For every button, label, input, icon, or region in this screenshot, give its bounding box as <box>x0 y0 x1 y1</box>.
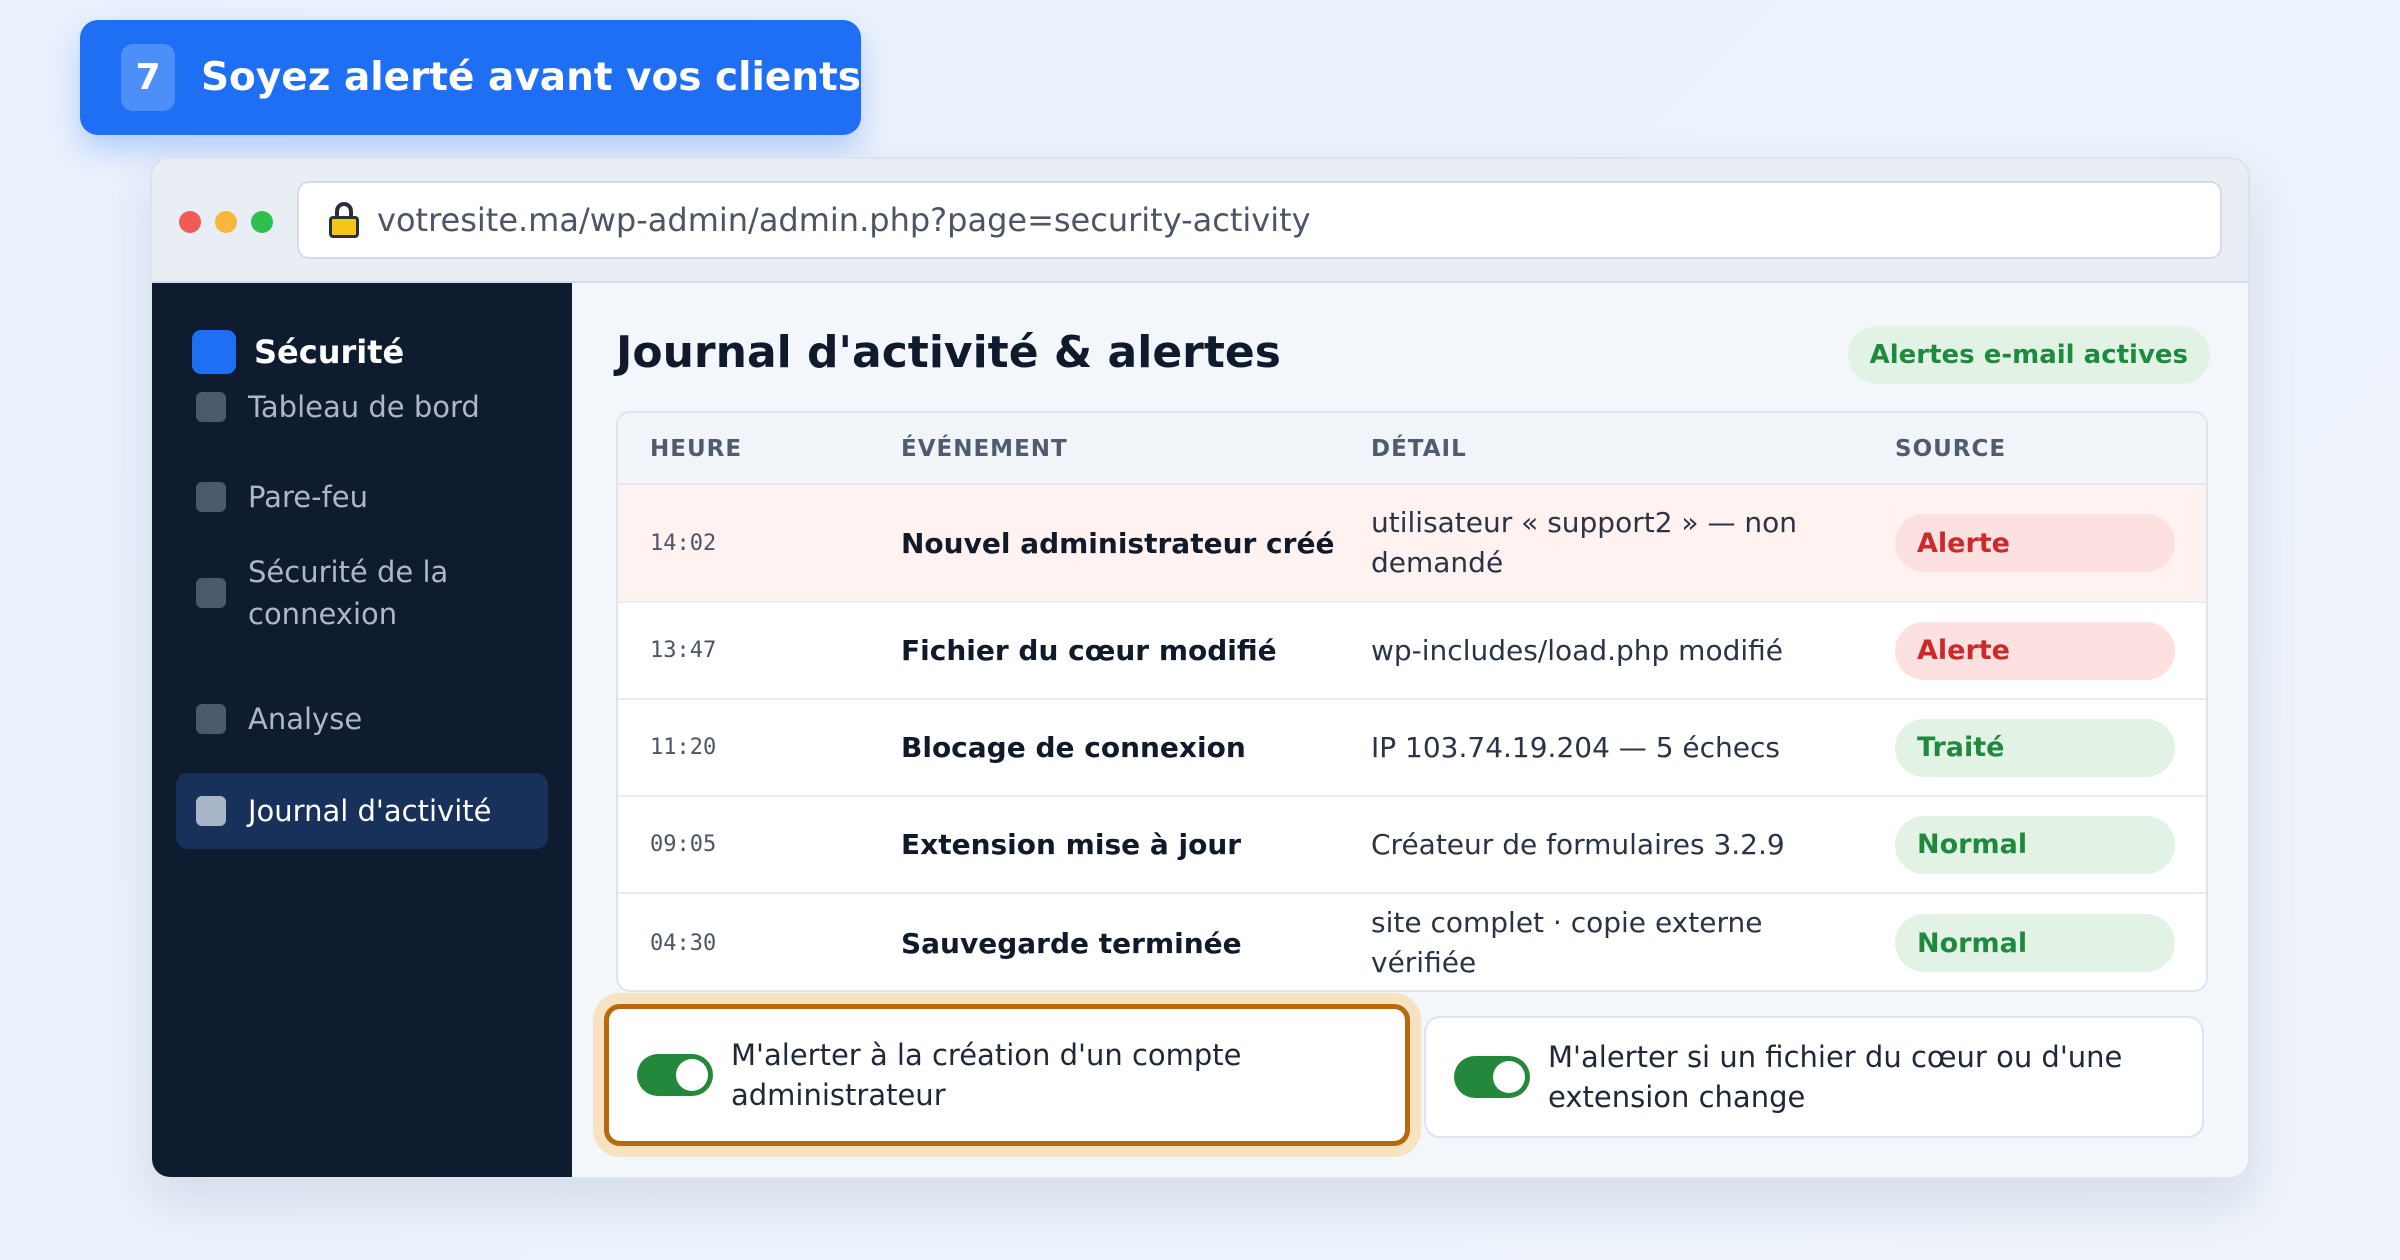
toggle-knob <box>676 1059 708 1091</box>
sidebar: Sécurité Tableau de bord Pare-feu Sécuri… <box>152 283 572 1177</box>
brand-label: Sécurité <box>254 333 405 371</box>
sidebar-item-label: Journal d'activité <box>248 794 492 828</box>
sidebar-item-dashboard[interactable]: Tableau de bord <box>176 371 548 443</box>
sidebar-item-label: Sécurité de la connexion <box>248 555 449 631</box>
row-detail: site complet · copie externe vérifiée <box>1371 906 1763 979</box>
admin-alert-toggle[interactable] <box>637 1054 713 1096</box>
nav-square-icon <box>196 392 226 422</box>
table-row[interactable]: 04:30 Sauvegarde terminée site complet ·… <box>618 894 2206 990</box>
status-badge: Normal <box>1895 914 2175 972</box>
file-change-alert-toggle[interactable] <box>1454 1056 1530 1098</box>
header-detail: DÉTAIL <box>1371 436 1467 462</box>
address-bar[interactable]: votresite.ma/wp-admin/admin.php?page=sec… <box>297 181 2222 259</box>
row-time: 14:02 <box>650 530 717 556</box>
sidebar-item-activity-log[interactable]: Journal d'activité <box>176 773 548 849</box>
lock-icon <box>329 202 359 238</box>
status-badge: Traité <box>1895 718 2175 777</box>
browser-chrome: votresite.ma/wp-admin/admin.php?page=sec… <box>152 159 2248 283</box>
activity-table: HEURE ÉVÉNEMENT DÉTAIL SOURCE 14:02 Nouv… <box>616 411 2208 992</box>
toggle-card-admin-alert[interactable]: M'alerter à la création d'un compte admi… <box>604 1004 1410 1146</box>
brand-square-icon <box>192 330 236 374</box>
row-event: Extension mise à jour <box>901 828 1242 861</box>
step-number-badge: 7 <box>121 44 175 111</box>
table-header: HEURE ÉVÉNEMENT DÉTAIL SOURCE <box>618 413 2206 485</box>
row-event: Sauvegarde terminée <box>901 926 1242 960</box>
row-detail: wp-includes/load.php modifié <box>1371 633 1784 667</box>
toggle-label: M'alerter si un fichier du cœur ou d'une… <box>1548 1040 2123 1114</box>
sidebar-item-label: Tableau de bord <box>248 390 480 424</box>
page-title: Journal d'activité & alertes <box>616 327 1281 378</box>
row-time: 09:05 <box>650 832 717 857</box>
url-text[interactable]: votresite.ma/wp-admin/admin.php?page=sec… <box>377 201 1311 239</box>
header-source: SOURCE <box>1895 436 2007 462</box>
row-detail: Créateur de formulaires 3.2.9 <box>1371 827 1785 861</box>
step-title: Soyez alerté avant vos clients <box>200 55 861 100</box>
window-maximize-dot[interactable] <box>251 211 273 233</box>
toggle-label: M'alerter à la création d'un compte admi… <box>731 1038 1242 1112</box>
table-row[interactable]: 14:02 Nouvel administrateur créé utilisa… <box>618 485 2206 603</box>
sidebar-item-label: Analyse <box>248 702 363 736</box>
table-row[interactable]: 09:05 Extension mise à jour Créateur de … <box>618 797 2206 894</box>
toggle-knob <box>1493 1061 1525 1093</box>
table-row[interactable]: 11:20 Blocage de connexion IP 103.74.19.… <box>618 700 2206 797</box>
row-time: 04:30 <box>650 930 717 956</box>
header-event: ÉVÉNEMENT <box>901 436 1068 462</box>
sidebar-item-firewall[interactable]: Pare-feu <box>176 461 548 533</box>
toggle-card-file-change-alert[interactable]: M'alerter si un fichier du cœur ou d'une… <box>1424 1016 2204 1138</box>
row-event: Nouvel administrateur créé <box>901 526 1335 560</box>
window-close-dot[interactable] <box>179 211 201 233</box>
table-row[interactable]: 13:47 Fichier du cœur modifié wp-include… <box>618 603 2206 700</box>
row-detail: IP 103.74.19.204 — 5 échecs <box>1371 730 1780 764</box>
status-badge: Alerte <box>1895 514 2175 572</box>
row-time: 13:47 <box>650 638 717 663</box>
nav-square-icon <box>196 482 226 512</box>
row-detail: utilisateur « support2 » — non demandé <box>1371 506 1797 579</box>
window-minimize-dot[interactable] <box>215 211 237 233</box>
sidebar-item-login-security[interactable]: Sécurité de la connexion <box>176 539 548 647</box>
nav-square-icon <box>196 796 226 826</box>
status-badge: Normal <box>1895 815 2175 874</box>
row-event: Blocage de connexion <box>901 731 1246 764</box>
row-event: Fichier du cœur modifié <box>901 634 1277 667</box>
header-time: HEURE <box>650 436 743 462</box>
nav-square-icon <box>196 578 226 608</box>
step-banner: 7 Soyez alerté avant vos clients <box>80 20 861 135</box>
sidebar-item-scan[interactable]: Analyse <box>176 683 548 755</box>
row-time: 11:20 <box>650 735 717 760</box>
status-badge: Alerte <box>1895 621 2175 680</box>
nav-square-icon <box>196 704 226 734</box>
sidebar-brand: Sécurité <box>192 330 404 374</box>
email-alerts-badge: Alertes e-mail actives <box>1847 326 2210 384</box>
sidebar-item-label: Pare-feu <box>248 480 368 514</box>
